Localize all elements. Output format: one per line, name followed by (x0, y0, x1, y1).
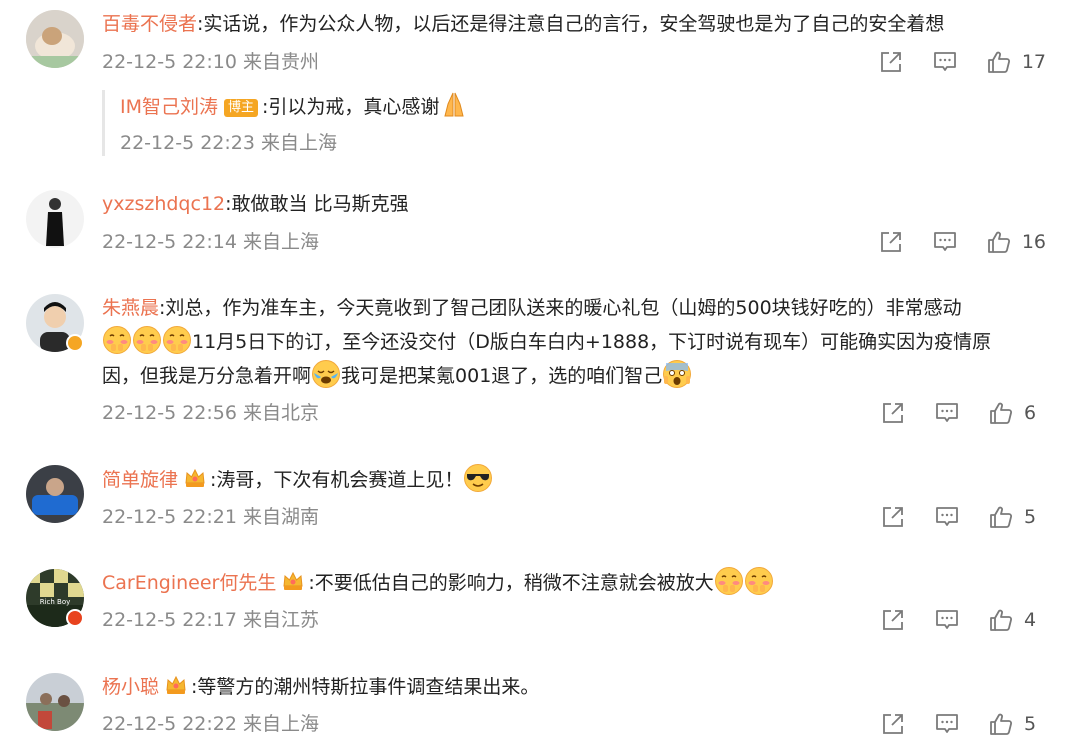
comment-body: :涛哥，下次有机会赛道上见！ (210, 469, 464, 491)
comment-body: 因，但我是万分急着开啊 (102, 365, 312, 387)
avatar[interactable] (26, 465, 84, 523)
comment-actions: 17 (878, 49, 1046, 75)
avatar-caption: Rich Boy (40, 598, 71, 606)
reply-thread: IM智己刘涛 博主:引以为戒，真心感谢 22-12-5 22:23 来自上海 (102, 90, 1045, 156)
comment-actions: 6 (880, 400, 1046, 426)
shy-emoji-icon (744, 566, 774, 596)
avatar[interactable] (26, 190, 84, 248)
comment-actions: 4 (880, 607, 1046, 633)
like-count: 5 (1024, 713, 1037, 735)
share-icon[interactable] (880, 504, 906, 530)
comment-text: CarEngineer何先生 :不要低估自己的影响力，稍微不注意就会被放大 (102, 566, 1052, 600)
share-icon[interactable] (878, 229, 904, 255)
location: 来自上海 (261, 132, 338, 154)
comment-actions: 16 (878, 229, 1046, 255)
reply-text: IM智己刘涛 博主:引以为戒，真心感谢 (120, 90, 469, 122)
cool-emoji-icon (463, 463, 493, 493)
comment-body: :刘总，作为准车主，今天竟收到了智己团队送来的暖心礼包（山姆的500块钱好吃的）… (159, 297, 962, 319)
reply-meta: 22-12-5 22:23 来自上海 (120, 130, 337, 156)
avatar[interactable] (26, 673, 84, 731)
comment-text: 杨小聪 :等警方的潮州特斯拉事件调查结果出来。 (102, 670, 1052, 704)
reply-username-link[interactable]: IM智己刘涛 (120, 96, 218, 118)
verified-badge-icon (66, 334, 84, 352)
comment-text: 百毒不侵者:实话说，作为公众人物，以后还是得注意自己的言行，安全驾驶也是为了自己… (102, 7, 1052, 41)
shock-emoji-icon (662, 359, 692, 389)
comment-meta: 22-12-5 22:22 来自上海 (102, 711, 319, 737)
share-icon[interactable] (878, 49, 904, 75)
crown-badge-icon (282, 570, 304, 592)
timestamp: 22-12-5 22:56 (102, 402, 237, 424)
timestamp: 22-12-5 22:21 (102, 506, 237, 528)
shy-emoji-icon (714, 566, 744, 596)
shy-emoji-icon (132, 325, 162, 355)
location: 来自北京 (243, 402, 320, 424)
username-link[interactable]: yxzszhdqc12 (102, 193, 225, 215)
like-count: 4 (1024, 609, 1037, 631)
comment-meta: 22-12-5 22:56 来自北京 (102, 400, 319, 426)
location: 来自贵州 (243, 51, 320, 73)
comment-icon[interactable] (934, 400, 960, 426)
username-link[interactable]: 朱燕晨 (102, 297, 159, 319)
timestamp: 22-12-5 22:23 (120, 132, 255, 154)
username-link[interactable]: 简单旋律 (102, 469, 178, 491)
comment-icon[interactable] (932, 49, 958, 75)
comment-body: :敢做敢当 比马斯克强 (225, 193, 409, 215)
shy-emoji-icon (102, 325, 132, 355)
timestamp: 22-12-5 22:14 (102, 231, 237, 253)
comment-icon[interactable] (934, 711, 960, 737)
comment-text: 简单旋律 :涛哥，下次有机会赛道上见！ (102, 463, 1052, 497)
like-count: 6 (1024, 402, 1037, 424)
comment-body: 我可是把某氪001退了，选的咱们智己 (341, 365, 663, 387)
pray-emoji-icon (439, 90, 469, 120)
share-icon[interactable] (880, 711, 906, 737)
thumbs-up-icon[interactable] (986, 229, 1012, 255)
username-link[interactable]: CarEngineer何先生 (102, 572, 276, 594)
author-badge: 博主 (224, 99, 259, 117)
share-icon[interactable] (880, 400, 906, 426)
comment-icon[interactable] (932, 229, 958, 255)
comment-body: :实话说，作为公众人物，以后还是得注意自己的言行，安全驾驶也是为了自己的安全着想 (197, 13, 945, 35)
comment-text: yxzszhdqc12:敢做敢当 比马斯克强 (102, 187, 1052, 221)
like-count: 5 (1024, 506, 1037, 528)
verified-badge-icon (66, 609, 84, 627)
comment-actions: 5 (880, 504, 1046, 530)
comment-body: 11月5日下的订，至今还没交付（D版白车白内+1888，下订时说有现车）可能确实… (192, 331, 992, 353)
avatar[interactable] (26, 10, 84, 68)
comment-text: 朱燕晨:刘总，作为准车主，今天竟收到了智己团队送来的暖心礼包（山姆的500块钱好… (102, 291, 1052, 393)
share-icon[interactable] (880, 607, 906, 633)
crown-badge-icon (184, 467, 206, 489)
cry-emoji-icon (311, 359, 341, 389)
comment-body: :等警方的潮州特斯拉事件调查结果出来。 (191, 676, 540, 698)
location: 来自上海 (243, 713, 320, 735)
thumbs-up-icon[interactable] (988, 504, 1014, 530)
like-count: 16 (1021, 231, 1046, 253)
comment-meta: 22-12-5 22:10 来自贵州 (102, 49, 319, 75)
comment-body: :不要低估自己的影响力，稍微不注意就会被放大 (308, 572, 714, 594)
thumbs-up-icon[interactable] (988, 711, 1014, 737)
comment-meta: 22-12-5 22:17 来自江苏 (102, 607, 319, 633)
reply-body: :引以为戒，真心感谢 (262, 96, 440, 118)
comment-actions: 5 (880, 711, 1046, 737)
location: 来自上海 (243, 231, 320, 253)
like-count: 17 (1021, 51, 1046, 73)
username-link[interactable]: 百毒不侵者 (102, 13, 197, 35)
thumbs-up-icon[interactable] (988, 607, 1014, 633)
comment-icon[interactable] (934, 607, 960, 633)
timestamp: 22-12-5 22:10 (102, 51, 237, 73)
timestamp: 22-12-5 22:17 (102, 609, 237, 631)
location: 来自湖南 (243, 506, 320, 528)
crown-badge-icon (165, 674, 187, 696)
location: 来自江苏 (243, 609, 320, 631)
comment-meta: 22-12-5 22:21 来自湖南 (102, 504, 319, 530)
thumbs-up-icon[interactable] (986, 49, 1012, 75)
shy-emoji-icon (162, 325, 192, 355)
thumbs-up-icon[interactable] (988, 400, 1014, 426)
timestamp: 22-12-5 22:22 (102, 713, 237, 735)
comment-meta: 22-12-5 22:14 来自上海 (102, 229, 319, 255)
comment-icon[interactable] (934, 504, 960, 530)
username-link[interactable]: 杨小聪 (102, 676, 159, 698)
